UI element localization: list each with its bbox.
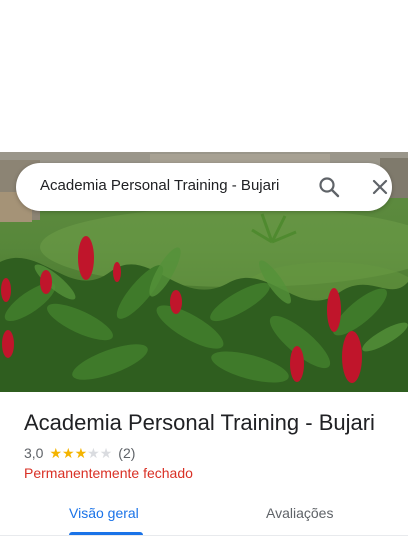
- status-badge: Permanentemente fechado: [24, 465, 193, 481]
- close-icon[interactable]: [370, 177, 390, 197]
- tab-reviews[interactable]: Avaliações: [266, 505, 333, 521]
- rating-row[interactable]: 3,0 ★ ★ ★ ★ ★ (2): [24, 444, 135, 462]
- search-icon[interactable]: [318, 176, 340, 198]
- review-count[interactable]: (2): [118, 445, 135, 461]
- divider: [0, 535, 408, 536]
- star-icon: ★: [62, 445, 75, 461]
- star-icon: ★: [87, 445, 100, 461]
- place-title: Academia Personal Training - Bujari: [24, 410, 375, 435]
- star-icon: ★: [99, 445, 113, 461]
- star-icon: ★: [49, 445, 63, 461]
- rating-value: 3,0: [24, 445, 44, 461]
- search-bar[interactable]: Academia Personal Training - Bujari: [16, 163, 392, 211]
- tab-overview[interactable]: Visão geral: [69, 505, 139, 521]
- star-rating: ★ ★ ★ ★ ★: [49, 446, 112, 460]
- star-icon: ★: [74, 445, 88, 461]
- blank-area: [0, 0, 408, 152]
- search-input[interactable]: Academia Personal Training - Bujari: [40, 177, 279, 194]
